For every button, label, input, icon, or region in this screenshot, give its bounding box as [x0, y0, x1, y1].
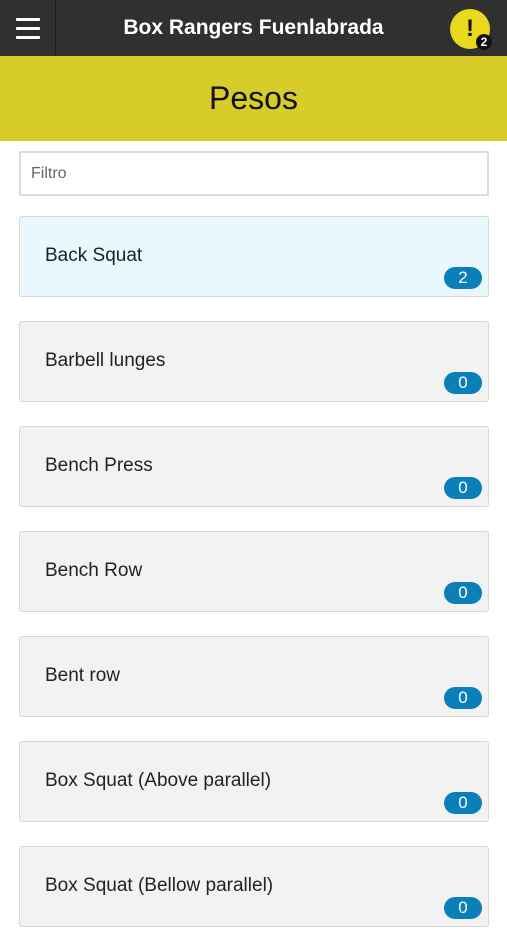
hamburger-icon — [15, 17, 40, 21]
record-count-badge: 0 — [444, 792, 482, 814]
page-title: Pesos — [209, 80, 298, 116]
top-bar: Box Rangers Fuenlabrada ! 2 — [0, 0, 507, 56]
notifications-button[interactable]: ! 2 — [450, 9, 492, 50]
notification-count-badge: 2 — [476, 34, 492, 50]
page-header: Pesos — [0, 56, 507, 141]
filter-input[interactable] — [19, 151, 489, 196]
exercise-card[interactable]: Bench Row 0 — [19, 531, 489, 612]
record-count-badge: 0 — [444, 477, 482, 499]
exercise-card[interactable]: Barbell lunges 0 — [19, 321, 489, 402]
menu-button[interactable] — [0, 0, 56, 56]
exercise-name: Barbell lunges — [45, 350, 166, 371]
record-count-badge: 2 — [444, 267, 482, 289]
exercise-name: Bench Row — [45, 560, 143, 581]
exercise-card[interactable]: Bench Press 0 — [19, 426, 489, 507]
app-title: Box Rangers Fuenlabrada — [123, 16, 384, 39]
exclamation-icon: ! — [466, 15, 474, 42]
record-count-badge: 0 — [444, 687, 482, 709]
exercise-name: Box Squat (Bellow parallel) — [45, 875, 274, 896]
exercise-card[interactable]: Box Squat (Above parallel) 0 — [19, 741, 489, 822]
exercise-name: Back Squat — [45, 245, 143, 266]
exercise-card[interactable]: Box Squat (Bellow parallel) 0 — [19, 846, 489, 927]
record-count-badge: 0 — [444, 897, 482, 919]
exercise-list: Back Squat 2 Barbell lunges 0 Bench Press 0 Be… — [19, 216, 489, 951]
exercise-name: Bent row — [45, 665, 120, 686]
exercise-card[interactable]: Back Squat 2 — [19, 216, 489, 297]
record-count-badge: 0 — [444, 582, 482, 604]
exercise-card[interactable]: Bent row 0 — [19, 636, 489, 717]
exercise-name: Box Squat (Above parallel) — [45, 770, 272, 791]
exercise-name: Bench Press — [45, 455, 153, 476]
record-count-badge: 0 — [444, 372, 482, 394]
